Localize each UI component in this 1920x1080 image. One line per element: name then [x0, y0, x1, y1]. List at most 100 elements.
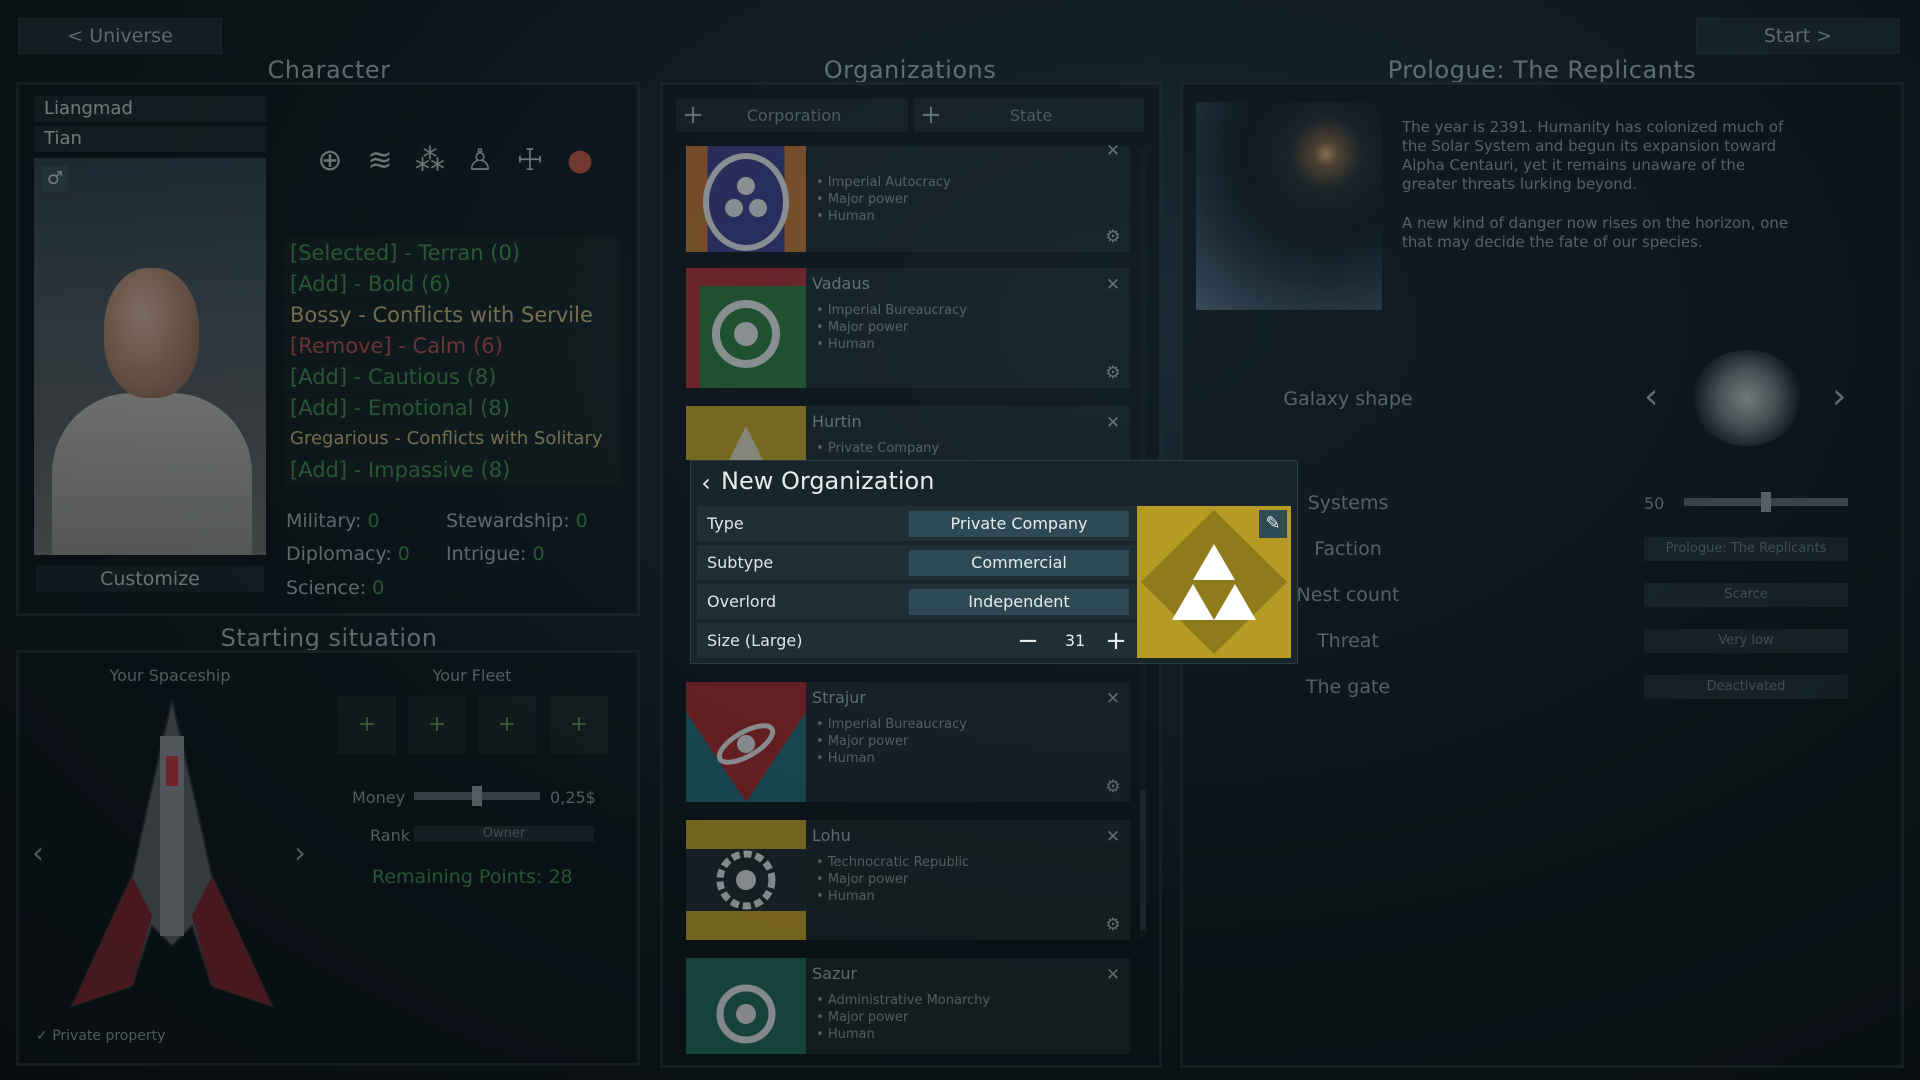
stat-label: Science: [286, 577, 367, 599]
trait-item[interactable]: [Add] - Bold (6) [284, 269, 620, 299]
next-ship-icon[interactable]: › [294, 836, 306, 871]
stat-value: 0 [397, 543, 410, 565]
increase-size-button[interactable]: + [1103, 623, 1129, 659]
character-portrait: ♂ [34, 158, 266, 555]
character-title: Character [267, 56, 391, 84]
gender-male-icon[interactable]: ♂ [42, 166, 68, 192]
add-corporation-icon[interactable]: + [676, 100, 710, 130]
stat-stewardship: Stewardship: 0 [446, 510, 588, 532]
money-label: Money [352, 788, 406, 807]
edit-logo-pencil-icon[interactable]: ✎ [1259, 510, 1287, 538]
trait-item[interactable]: [Add] - Cautious (8) [284, 362, 620, 392]
money-value: 0,25$ [550, 788, 596, 807]
people-icon[interactable]: ♙ [462, 140, 498, 182]
fleet-slot[interactable]: + [550, 696, 608, 754]
fleet-slot[interactable]: + [408, 696, 466, 754]
threat-dropdown[interactable]: Very low [1644, 629, 1848, 653]
first-name-field[interactable]: Liangmad [34, 96, 266, 122]
size-label: Size (Large) [707, 631, 803, 650]
nest-count-dropdown[interactable]: Scarce [1644, 583, 1848, 607]
gear-icon[interactable]: ⚙ [1104, 916, 1122, 934]
stat-label: Military: [286, 510, 362, 532]
org-name: Hurtin [812, 412, 862, 431]
alien-icon[interactable]: ● [562, 140, 598, 182]
crosshair-icon[interactable]: ⊕ [312, 140, 348, 182]
org-card[interactable]: Vadaus • Imperial Bureaucracy • Major po… [686, 268, 1130, 388]
org-info-line: • Major power [816, 320, 909, 335]
start-button[interactable]: Start > [1696, 18, 1900, 54]
prologue-paragraph: A new kind of danger now rises on the ho… [1402, 214, 1789, 251]
org-info: • Private Company [816, 440, 939, 457]
waves-icon[interactable]: ≋ [362, 140, 398, 182]
faction-dropdown[interactable]: Prologue: The Replicants [1644, 537, 1848, 561]
rank-dropdown[interactable]: Owner [414, 826, 594, 842]
stat-label: Stewardship: [446, 510, 570, 532]
previous-ship-icon[interactable]: ‹ [32, 836, 44, 871]
trait-item[interactable]: [Add] - Emotional (8) [284, 393, 620, 423]
org-list-scroll-thumb[interactable] [1140, 790, 1146, 930]
last-name-field[interactable]: Tian [34, 126, 266, 152]
close-icon[interactable]: ✕ [1104, 414, 1122, 432]
decrease-size-button[interactable]: − [1015, 623, 1041, 659]
fleet-slot[interactable]: + [338, 696, 396, 754]
org-info-line: • Imperial Bureaucracy [816, 717, 967, 732]
subtype-row: Subtype Commercial [697, 545, 1137, 581]
stat-military: Military: 0 [286, 510, 380, 532]
galaxy-prev-icon[interactable]: ‹ [1644, 376, 1658, 417]
systems-value: 50 [1644, 494, 1665, 513]
trait-item[interactable]: [Remove] - Calm (6) [284, 331, 620, 361]
prologue-image [1196, 102, 1382, 310]
org-info-line: • Human [816, 751, 875, 766]
org-info-line: • Human [816, 1027, 875, 1042]
stat-intrigue: Intrigue: 0 [446, 543, 545, 565]
gear-icon[interactable]: ⚙ [1104, 228, 1122, 246]
subtype-dropdown[interactable]: Commercial [909, 550, 1129, 576]
gear-icon[interactable]: ⚙ [1104, 778, 1122, 796]
trait-item: Gregarious - Conflicts with Solitary [284, 424, 620, 454]
org-info: • Imperial Bureaucracy • Major power • H… [816, 716, 967, 767]
trait-item[interactable]: [Selected] - Terran (0) [284, 238, 620, 268]
size-row: Size (Large) − 31 + [697, 623, 1137, 659]
organizations-title: Organizations [823, 56, 997, 84]
gate-label: The gate [1305, 676, 1391, 698]
crowd-icon[interactable]: ⁂ [412, 140, 448, 182]
org-info: • Technocratic Republic • Major power • … [816, 854, 969, 905]
org-info-line: • Private Company [816, 441, 940, 456]
org-card[interactable]: Strajur • Imperial Bureaucracy • Major p… [686, 682, 1130, 802]
customize-button[interactable]: Customize [36, 566, 264, 592]
org-card[interactable]: Lohu • Technocratic Republic • Major pow… [686, 820, 1130, 940]
fleet-label: Your Fleet [432, 666, 512, 685]
totem-icon[interactable]: ☩ [512, 140, 548, 182]
money-slider-thumb[interactable] [472, 786, 482, 806]
portrait-body [52, 393, 252, 555]
private-property-label: Private property [52, 1028, 166, 1044]
tab-state[interactable]: + State [914, 98, 1144, 132]
back-icon[interactable]: ‹ [697, 469, 715, 497]
org-card[interactable]: • Imperial Autocracy • Major power • Hum… [686, 142, 1130, 252]
overlord-row: Overlord Independent [697, 584, 1137, 620]
size-value: 31 [1064, 631, 1086, 650]
close-icon[interactable]: ✕ [1104, 276, 1122, 294]
trait-item[interactable]: [Add] - Impassive (8) [284, 455, 620, 485]
back-to-universe-button[interactable]: < Universe [18, 18, 222, 54]
galaxy-next-icon[interactable]: › [1832, 376, 1846, 417]
add-state-icon[interactable]: + [914, 100, 948, 130]
close-icon[interactable]: ✕ [1104, 966, 1122, 984]
close-icon[interactable]: ✕ [1104, 690, 1122, 708]
org-name: Strajur [812, 688, 866, 707]
tab-corporation[interactable]: + Corporation [676, 98, 908, 132]
org-card[interactable]: Sazur • Administrative Monarchy • Major … [686, 958, 1130, 1054]
close-icon[interactable]: ✕ [1104, 828, 1122, 846]
overlord-dropdown[interactable]: Independent [909, 589, 1129, 615]
fleet-slot[interactable]: + [478, 696, 536, 754]
type-dropdown[interactable]: Private Company [909, 511, 1129, 537]
private-property-checkbox[interactable]: ✓ Private property [36, 1028, 165, 1044]
org-card[interactable]: Hurtin • Private Company ✕ [686, 406, 1130, 460]
close-icon[interactable]: ✕ [1104, 142, 1122, 160]
spaceship-label: Your Spaceship [109, 666, 231, 685]
gear-icon[interactable]: ⚙ [1104, 364, 1122, 382]
gate-dropdown[interactable]: Deactivated [1644, 675, 1848, 699]
type-row: Type Private Company [697, 506, 1137, 542]
org-flag [686, 682, 806, 802]
systems-slider-thumb[interactable] [1761, 492, 1771, 512]
